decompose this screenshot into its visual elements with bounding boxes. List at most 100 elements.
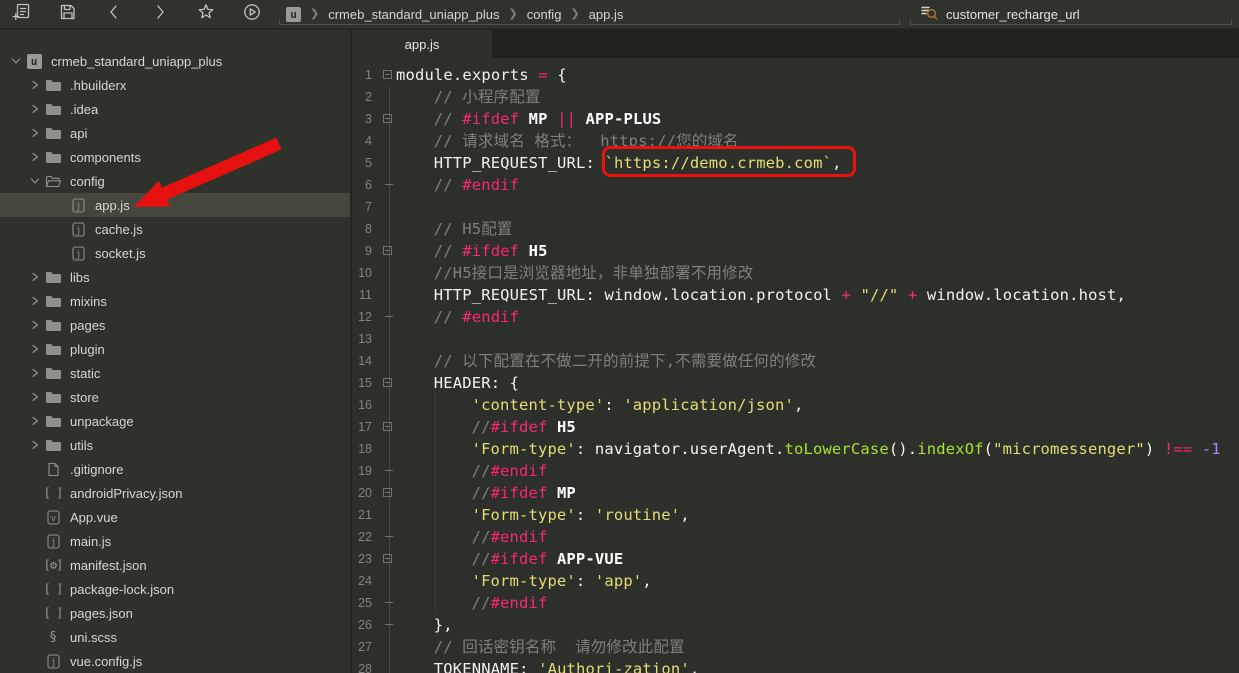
code-text: module.exports = { xyxy=(396,64,1239,86)
fold-marker[interactable] xyxy=(372,482,396,504)
code-line-7[interactable]: 7 xyxy=(352,196,1239,218)
code-line-2[interactable]: 2// 小程序配置 xyxy=(352,86,1239,108)
chevron-right-icon[interactable] xyxy=(27,296,43,306)
code-line-16[interactable]: 16'content-type': 'application/json', xyxy=(352,394,1239,416)
chevron-right-icon[interactable] xyxy=(27,440,43,450)
tree-item-androidPrivacy.json[interactable]: [ ]androidPrivacy.json xyxy=(0,481,350,505)
run-button[interactable] xyxy=(241,3,263,25)
breadcrumb-item-crmeb_standard_uniapp_plus[interactable]: crmeb_standard_uniapp_plus xyxy=(328,7,499,22)
tree-item-label: store xyxy=(70,390,99,405)
code-line-12[interactable]: 12// #endif xyxy=(352,306,1239,328)
code-line-20[interactable]: 20//#ifdef MP xyxy=(352,482,1239,504)
code-line-19[interactable]: 19//#endif xyxy=(352,460,1239,482)
code-line-24[interactable]: 24'Form-type': 'app', xyxy=(352,570,1239,592)
tab-app.js[interactable]: app.js xyxy=(352,30,492,58)
code-line-23[interactable]: 23//#ifdef APP-VUE xyxy=(352,548,1239,570)
tree-item-pages.json[interactable]: [ ]pages.json xyxy=(0,601,350,625)
chevron-right-icon[interactable] xyxy=(27,344,43,354)
code-line-21[interactable]: 21'Form-type': 'routine', xyxy=(352,504,1239,526)
fold-end-tick xyxy=(372,592,396,614)
collapse-icon[interactable] xyxy=(383,114,392,123)
line-number: 17 xyxy=(352,416,372,438)
tree-item-.gitignore[interactable]: .gitignore xyxy=(0,457,350,481)
back-button[interactable] xyxy=(103,3,125,25)
tree-item-utils[interactable]: utils xyxy=(0,433,350,457)
breadcrumb-item-config[interactable]: config xyxy=(527,7,562,22)
code-line-6[interactable]: 6// #endif xyxy=(352,174,1239,196)
line-number: 14 xyxy=(352,350,372,372)
code-line-14[interactable]: 14// 以下配置在不做二开的前提下,不需要做任何的修改 xyxy=(352,350,1239,372)
tree-item-label: .idea xyxy=(70,102,98,117)
chevron-down-icon[interactable] xyxy=(27,176,43,186)
code-line-10[interactable]: 10//H5接口是浏览器地址，非单独部署不用修改 xyxy=(352,262,1239,284)
tree-item-cache.js[interactable]: jcache.js xyxy=(0,217,350,241)
code-line-18[interactable]: 18'Form-type': navigator.userAgent.toLow… xyxy=(352,438,1239,460)
code-line-8[interactable]: 8// H5配置 xyxy=(352,218,1239,240)
chevron-down-icon[interactable] xyxy=(8,56,24,66)
tree-item-uni.scss[interactable]: §uni.scss xyxy=(0,625,350,649)
tree-item-label: mixins xyxy=(70,294,107,309)
star-button[interactable] xyxy=(195,3,217,25)
collapse-icon[interactable] xyxy=(383,70,392,79)
scss-icon-slot: § xyxy=(43,630,63,645)
tree-item-store[interactable]: store xyxy=(0,385,350,409)
tree-item-libs[interactable]: libs xyxy=(0,265,350,289)
code-line-3[interactable]: 3// #ifdef MP || APP-PLUS xyxy=(352,108,1239,130)
code-text xyxy=(396,196,1239,218)
tree-item-manifest.json[interactable]: [⚙]manifest.json xyxy=(0,553,350,577)
tree-item-.hbuilderx[interactable]: .hbuilderx xyxy=(0,73,350,97)
code-line-26[interactable]: 26}, xyxy=(352,614,1239,636)
global-search-box[interactable]: customer_recharge_url xyxy=(920,0,1080,28)
tree-item-mixins[interactable]: mixins xyxy=(0,289,350,313)
fold-marker[interactable] xyxy=(372,240,396,262)
new-file-button[interactable] xyxy=(11,3,33,25)
tree-item-socket.js[interactable]: jsocket.js xyxy=(0,241,350,265)
tree-item-plugin[interactable]: plugin xyxy=(0,337,350,361)
fold-marker[interactable] xyxy=(372,64,396,86)
code-line-17[interactable]: 17//#ifdef H5 xyxy=(352,416,1239,438)
collapse-icon[interactable] xyxy=(383,554,392,563)
fold-marker[interactable] xyxy=(372,416,396,438)
fold-marker[interactable] xyxy=(372,548,396,570)
code-line-15[interactable]: 15HEADER: { xyxy=(352,372,1239,394)
code-line-27[interactable]: 27// 回话密钥名称 请勿修改此配置 xyxy=(352,636,1239,658)
chevron-right-icon[interactable] xyxy=(27,416,43,426)
collapse-icon[interactable] xyxy=(383,378,392,387)
tree-item-.idea[interactable]: .idea xyxy=(0,97,350,121)
tree-item-unpackage[interactable]: unpackage xyxy=(0,409,350,433)
fold-end-icon xyxy=(385,624,393,625)
chevron-right-icon[interactable] xyxy=(27,392,43,402)
fold-marker[interactable] xyxy=(372,372,396,394)
tree-item-main.js[interactable]: jmain.js xyxy=(0,529,350,553)
chevron-right-icon[interactable] xyxy=(27,80,43,90)
forward-button[interactable] xyxy=(149,3,171,25)
tree-item-package-lock.json[interactable]: [ ]package-lock.json xyxy=(0,577,350,601)
breadcrumb-item-app.js[interactable]: app.js xyxy=(589,7,624,22)
collapse-icon[interactable] xyxy=(383,488,392,497)
chevron-right-icon[interactable] xyxy=(27,152,43,162)
collapse-icon[interactable] xyxy=(383,422,392,431)
collapse-icon[interactable] xyxy=(383,246,392,255)
tree-item-App.vue[interactable]: vApp.vue xyxy=(0,505,350,529)
chevron-right-icon[interactable] xyxy=(27,104,43,114)
save-button[interactable] xyxy=(57,3,79,25)
folder-icon xyxy=(45,79,61,92)
fold-marker[interactable] xyxy=(372,108,396,130)
chevron-right-icon[interactable] xyxy=(27,368,43,378)
code-line-22[interactable]: 22//#endif xyxy=(352,526,1239,548)
star-icon xyxy=(196,2,216,27)
code-line-28[interactable]: 28TOKENNAME: 'Authori-zation', xyxy=(352,658,1239,673)
tree-item-static[interactable]: static xyxy=(0,361,350,385)
tree-item-pages[interactable]: pages xyxy=(0,313,350,337)
chevron-right-icon[interactable] xyxy=(27,272,43,282)
code-line-13[interactable]: 13 xyxy=(352,328,1239,350)
chevron-right-icon[interactable] xyxy=(27,128,43,138)
code-line-9[interactable]: 9// #ifdef H5 xyxy=(352,240,1239,262)
code-line-25[interactable]: 25//#endif xyxy=(352,592,1239,614)
code-line-1[interactable]: 1module.exports = { xyxy=(352,64,1239,86)
chevron-right-icon[interactable] xyxy=(27,320,43,330)
vue-file-icon: v xyxy=(47,510,60,525)
tree-item-vue.config.js[interactable]: jvue.config.js xyxy=(0,649,350,673)
code-line-11[interactable]: 11HTTP_REQUEST_URL: window.location.prot… xyxy=(352,284,1239,306)
tree-item-crmeb_standard_uniapp_plus[interactable]: ucrmeb_standard_uniapp_plus xyxy=(0,49,350,73)
